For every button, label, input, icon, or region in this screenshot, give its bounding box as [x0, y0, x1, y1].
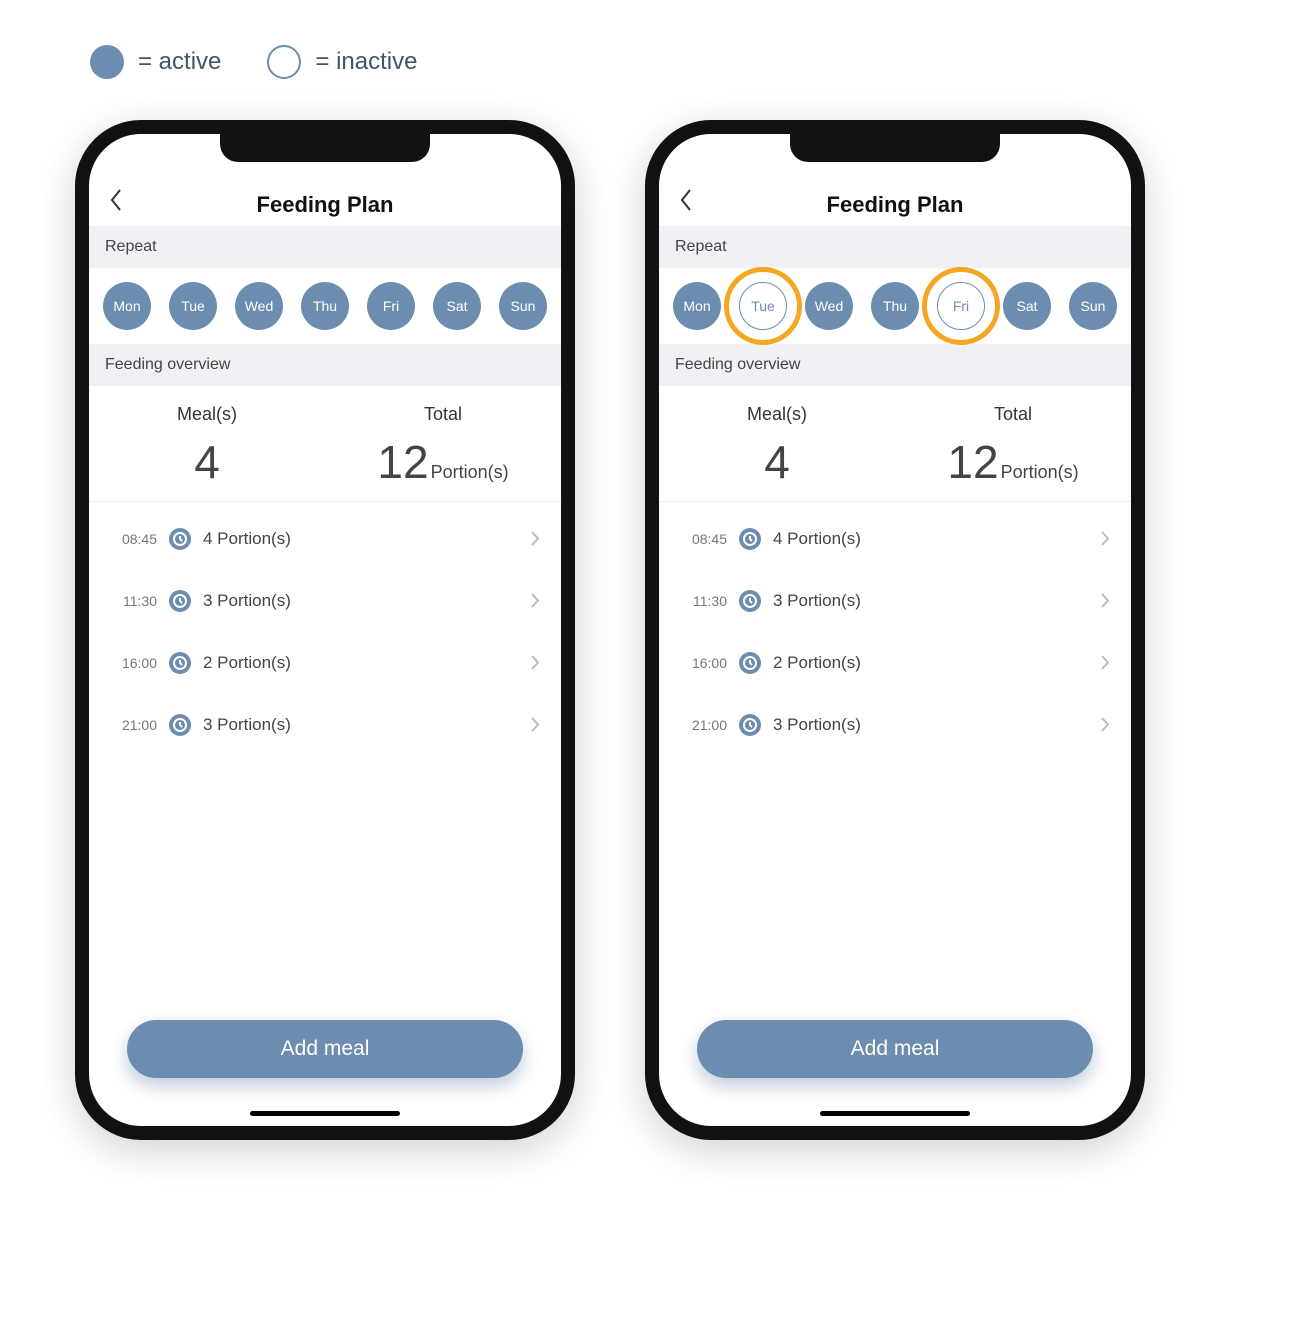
- phone-notch: [220, 134, 430, 162]
- day-sat[interactable]: Sat: [433, 282, 481, 330]
- total-value: 12Portion(s): [947, 439, 1078, 485]
- meals-count: 4: [764, 439, 790, 485]
- meal-row[interactable]: 11:30 3 Portion(s): [101, 570, 549, 632]
- day-mon[interactable]: Mon: [103, 282, 151, 330]
- meal-time: 16:00: [679, 655, 727, 671]
- phone-right: Feeding Plan Repeat Mon Tue Wed Thu Fri …: [645, 120, 1145, 1140]
- home-indicator: [820, 1111, 970, 1116]
- legend-inactive-label: = inactive: [315, 48, 417, 76]
- chevron-right-icon: [1101, 717, 1111, 733]
- meal-row[interactable]: 08:45 4 Portion(s): [671, 508, 1119, 570]
- clock-icon: [739, 528, 761, 550]
- page-title: Feeding Plan: [257, 192, 394, 218]
- chevron-right-icon: [1101, 531, 1111, 547]
- screen-left: Feeding Plan Repeat Mon Tue Wed Thu Fri …: [89, 134, 561, 1126]
- feeding-overview: Meal(s) 4 Total 12Portion(s): [659, 386, 1131, 495]
- meal-portions: 2 Portion(s): [773, 653, 1089, 673]
- day-fri[interactable]: Fri: [367, 282, 415, 330]
- meal-time: 08:45: [109, 531, 157, 547]
- page-title: Feeding Plan: [827, 192, 964, 218]
- legend-active-label: = active: [138, 48, 221, 76]
- meal-portions: 4 Portion(s): [203, 529, 519, 549]
- day-wed[interactable]: Wed: [235, 282, 283, 330]
- day-thu[interactable]: Thu: [301, 282, 349, 330]
- total-value: 12Portion(s): [377, 439, 508, 485]
- meal-row[interactable]: 16:00 2 Portion(s): [101, 632, 549, 694]
- repeat-days: Mon Tue Wed Thu Fri Sat Sun: [659, 268, 1131, 344]
- meal-portions: 4 Portion(s): [773, 529, 1089, 549]
- total-col-label: Total: [895, 404, 1131, 425]
- clock-icon: [169, 528, 191, 550]
- chevron-right-icon: [531, 717, 541, 733]
- chevron-left-icon: [679, 188, 693, 212]
- meals-count: 4: [194, 439, 220, 485]
- home-indicator: [250, 1111, 400, 1116]
- chevron-right-icon: [531, 531, 541, 547]
- total-unit: Portion(s): [431, 463, 509, 481]
- meal-portions: 3 Portion(s): [203, 591, 519, 611]
- meal-row[interactable]: 21:00 3 Portion(s): [671, 694, 1119, 756]
- day-thu[interactable]: Thu: [871, 282, 919, 330]
- phone-notch: [790, 134, 1000, 162]
- day-mon[interactable]: Mon: [673, 282, 721, 330]
- clock-icon: [169, 652, 191, 674]
- meals-col-label: Meal(s): [89, 404, 325, 425]
- overview-section-header: Feeding overview: [89, 344, 561, 386]
- divider: [89, 501, 561, 502]
- day-sun[interactable]: Sun: [499, 282, 547, 330]
- phone-left: Feeding Plan Repeat Mon Tue Wed Thu Fri …: [75, 120, 575, 1140]
- back-button[interactable]: [109, 188, 131, 210]
- clock-icon: [169, 714, 191, 736]
- total-unit: Portion(s): [1001, 463, 1079, 481]
- day-wed[interactable]: Wed: [805, 282, 853, 330]
- meal-portions: 2 Portion(s): [203, 653, 519, 673]
- chevron-left-icon: [109, 188, 123, 212]
- day-tue[interactable]: Tue: [169, 282, 217, 330]
- clock-icon: [169, 590, 191, 612]
- screen-right: Feeding Plan Repeat Mon Tue Wed Thu Fri …: [659, 134, 1131, 1126]
- meal-portions: 3 Portion(s): [773, 591, 1089, 611]
- chevron-right-icon: [1101, 655, 1111, 671]
- meal-time: 21:00: [679, 717, 727, 733]
- clock-icon: [739, 714, 761, 736]
- back-button[interactable]: [679, 188, 701, 210]
- legend-inactive-swatch: [267, 45, 301, 79]
- meals-list: 08:45 4 Portion(s) 11:30 3 Portion(s) 16…: [659, 508, 1131, 756]
- add-meal-button[interactable]: Add meal: [697, 1020, 1093, 1078]
- meal-row[interactable]: 08:45 4 Portion(s): [101, 508, 549, 570]
- meal-portions: 3 Portion(s): [773, 715, 1089, 735]
- meal-time: 21:00: [109, 717, 157, 733]
- legend-active-swatch: [90, 45, 124, 79]
- meal-time: 11:30: [109, 593, 157, 609]
- meal-portions: 3 Portion(s): [203, 715, 519, 735]
- meal-row[interactable]: 11:30 3 Portion(s): [671, 570, 1119, 632]
- chevron-right-icon: [531, 593, 541, 609]
- meals-list: 08:45 4 Portion(s) 11:30 3 Portion(s) 16…: [89, 508, 561, 756]
- divider: [659, 501, 1131, 502]
- feeding-overview: Meal(s) 4 Total 12Portion(s): [89, 386, 561, 495]
- day-fri[interactable]: Fri: [937, 282, 985, 330]
- meal-time: 16:00: [109, 655, 157, 671]
- repeat-section-header: Repeat: [659, 226, 1131, 268]
- clock-icon: [739, 652, 761, 674]
- total-col-label: Total: [325, 404, 561, 425]
- add-meal-button[interactable]: Add meal: [127, 1020, 523, 1078]
- overview-section-header: Feeding overview: [659, 344, 1131, 386]
- chevron-right-icon: [1101, 593, 1111, 609]
- legend: = active = inactive: [90, 45, 417, 79]
- meal-time: 08:45: [679, 531, 727, 547]
- phones-container: Feeding Plan Repeat Mon Tue Wed Thu Fri …: [75, 120, 1145, 1140]
- repeat-section-header: Repeat: [89, 226, 561, 268]
- meal-row[interactable]: 21:00 3 Portion(s): [101, 694, 549, 756]
- meals-col-label: Meal(s): [659, 404, 895, 425]
- meal-row[interactable]: 16:00 2 Portion(s): [671, 632, 1119, 694]
- repeat-days: Mon Tue Wed Thu Fri Sat Sun: [89, 268, 561, 344]
- day-sun[interactable]: Sun: [1069, 282, 1117, 330]
- chevron-right-icon: [531, 655, 541, 671]
- day-sat[interactable]: Sat: [1003, 282, 1051, 330]
- meal-time: 11:30: [679, 593, 727, 609]
- day-tue[interactable]: Tue: [739, 282, 787, 330]
- clock-icon: [739, 590, 761, 612]
